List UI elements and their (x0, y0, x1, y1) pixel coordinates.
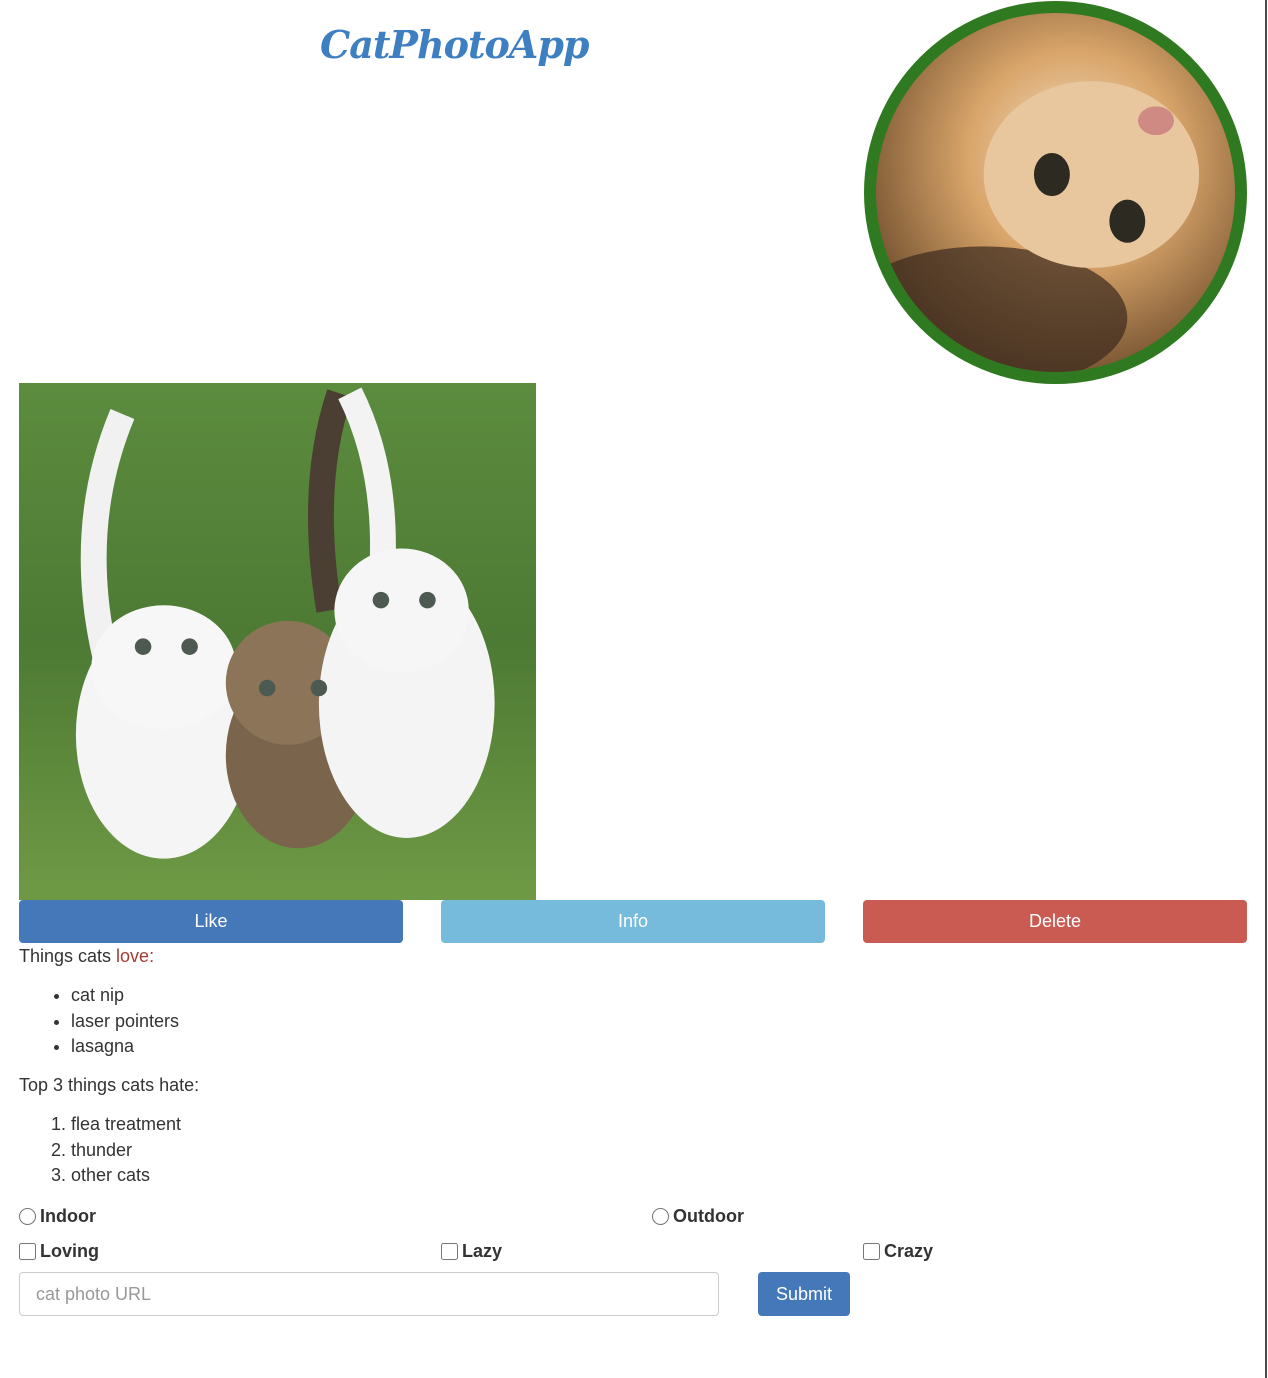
avatar-photo (864, 1, 1247, 384)
checkbox-crazy-input[interactable] (863, 1243, 880, 1260)
submit-button[interactable]: Submit (758, 1272, 850, 1316)
kitten-avatar-icon (876, 13, 1235, 372)
list-item: cat nip (71, 983, 179, 1009)
hate-heading: Top 3 things cats hate: (19, 1075, 200, 1095)
delete-button[interactable]: Delete (863, 900, 1247, 943)
love-heading-prefix: Things cats (19, 946, 117, 966)
radio-indoor[interactable]: Indoor (19, 1206, 96, 1227)
checkbox-loving-input[interactable] (19, 1243, 36, 1260)
checkbox-crazy-label: Crazy (884, 1241, 934, 1261)
page-right-border (1265, 0, 1267, 1378)
love-list: cat nip laser pointers lasagna (19, 983, 179, 1060)
list-item: thunder (71, 1138, 181, 1164)
kittens-photo (19, 383, 536, 900)
radio-outdoor-label: Outdoor (673, 1206, 744, 1226)
checkbox-loving-label: Loving (40, 1241, 99, 1261)
list-item: other cats (71, 1163, 181, 1189)
radio-indoor-label: Indoor (40, 1206, 96, 1226)
checkbox-lazy-input[interactable] (441, 1243, 458, 1260)
love-highlight: love: (116, 946, 155, 966)
info-button[interactable]: Info (441, 900, 825, 943)
checkbox-lazy-label: Lazy (462, 1241, 503, 1261)
app-title: CatPhotoApp (320, 22, 589, 67)
checkbox-lazy[interactable]: Lazy (441, 1241, 502, 1262)
radio-indoor-input[interactable] (19, 1208, 36, 1225)
three-kittens-icon (19, 383, 536, 900)
cat-photo-url-input[interactable] (19, 1272, 719, 1316)
checkbox-loving[interactable]: Loving (19, 1241, 99, 1262)
love-heading: Things cats love: (19, 946, 154, 967)
list-item: lasagna (71, 1034, 179, 1060)
list-item: laser pointers (71, 1009, 179, 1035)
list-item: flea treatment (71, 1112, 181, 1138)
like-button[interactable]: Like (19, 900, 403, 943)
checkbox-crazy[interactable]: Crazy (863, 1241, 933, 1262)
hate-list: flea treatment thunder other cats (19, 1112, 181, 1189)
radio-outdoor-input[interactable] (652, 1208, 669, 1225)
radio-outdoor[interactable]: Outdoor (652, 1206, 744, 1227)
